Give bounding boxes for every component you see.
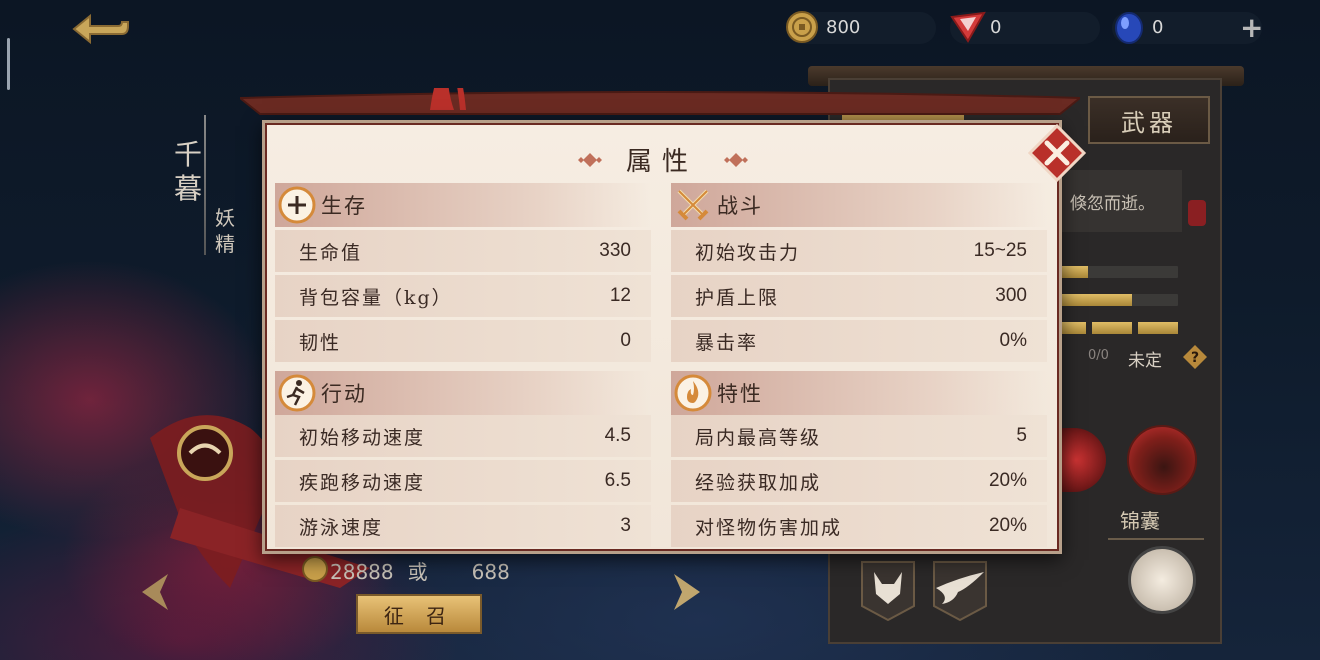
stat-bar xyxy=(1058,294,1178,306)
running-icon xyxy=(278,374,316,412)
stat-row: 初始攻击力 15~25 xyxy=(671,230,1047,272)
summon-button[interactable]: 征 召 xyxy=(356,594,482,634)
gold-coin-icon xyxy=(786,11,818,43)
section-survival-label: 生存 xyxy=(321,194,367,218)
fox-skill-icon[interactable] xyxy=(856,558,920,622)
progress-fraction: 0/0 xyxy=(1088,348,1109,363)
survival-plus-icon xyxy=(278,186,316,224)
flame-icon xyxy=(674,374,712,412)
stat-bar xyxy=(1058,266,1178,278)
summon-cost: 28888 或 688 xyxy=(300,556,510,585)
gold-amount: 800 xyxy=(826,17,861,38)
stat-value: 4.5 xyxy=(604,425,631,446)
close-icon[interactable] xyxy=(1028,124,1086,182)
stat-row: 经验获取加成 20% xyxy=(671,460,1047,502)
back-arrow-icon[interactable] xyxy=(70,12,132,46)
stat-key: 生命值 xyxy=(299,241,363,264)
section-traits: 特性 xyxy=(671,371,1047,415)
stat-key: 护盾上限 xyxy=(695,286,780,309)
stat-key: 暴击率 xyxy=(695,331,759,354)
stat-key: 经验获取加成 xyxy=(695,471,822,494)
stat-row: 护盾上限 300 xyxy=(671,275,1047,317)
svg-text:?: ? xyxy=(1191,350,1199,366)
stat-segment xyxy=(1092,322,1132,334)
question-icon[interactable]: ? xyxy=(1182,344,1208,370)
stat-value: 0% xyxy=(999,330,1027,351)
section-movement-label: 行动 xyxy=(321,382,367,406)
stat-key: 背包容量（kg） xyxy=(299,286,453,309)
cost-gold: 28888 xyxy=(330,560,394,584)
stat-key: 疾跑移动速度 xyxy=(299,471,426,494)
seal-icon xyxy=(1188,200,1206,226)
stat-value: 6.5 xyxy=(604,470,631,491)
stat-row: 韧性 0 xyxy=(275,320,651,362)
stat-row: 对怪物伤害加成 20% xyxy=(671,505,1047,547)
cost-gem: 688 xyxy=(471,560,510,584)
stat-value: 0 xyxy=(620,330,631,351)
arrow-left-icon[interactable] xyxy=(138,572,172,612)
attributes-modal: 属性 生存 生命值 330 背包容量（kg） 12 韧性 0 战斗 初始攻击力 15~2… xyxy=(262,120,1062,554)
tab-weapon[interactable]: 武器 xyxy=(1088,96,1210,144)
stat-row: 疾跑移动速度 6.5 xyxy=(275,460,651,502)
stat-value: 20% xyxy=(988,470,1027,491)
status-label: 未定 xyxy=(1128,351,1162,371)
section-combat: 战斗 xyxy=(671,183,1047,227)
stat-value: 5 xyxy=(1016,425,1027,446)
arrow-right-icon[interactable] xyxy=(670,572,704,612)
stat-value: 15~25 xyxy=(973,240,1027,261)
character-type: 妖精 xyxy=(215,206,235,256)
section-survival: 生存 xyxy=(275,183,651,227)
crossed-swords-icon xyxy=(677,189,709,221)
stat-key: 初始攻击力 xyxy=(695,241,801,264)
gold-counter: 800 xyxy=(786,11,936,44)
red-gem-icon xyxy=(950,11,986,43)
blue-gem-icon xyxy=(1115,12,1143,44)
stat-value: 330 xyxy=(599,240,631,261)
demon-portrait[interactable] xyxy=(1127,425,1197,495)
pouch-label: 锦囊 xyxy=(1120,509,1160,533)
modal-title: 属性 xyxy=(625,147,698,177)
character-name: 千暮 xyxy=(173,138,202,205)
section-movement: 行动 xyxy=(275,371,651,415)
gold-coin-icon xyxy=(302,556,328,582)
stat-row: 背包容量（kg） 12 xyxy=(275,275,651,317)
bird-skill-icon[interactable] xyxy=(928,558,992,622)
stat-value: 3 xyxy=(620,515,631,536)
stat-value: 20% xyxy=(988,515,1027,536)
title-ornament-right xyxy=(724,153,748,167)
stat-segment xyxy=(1058,322,1086,334)
stat-segment xyxy=(1138,322,1178,334)
section-traits-label: 特性 xyxy=(717,382,763,406)
stat-value: 12 xyxy=(609,285,631,306)
stat-row: 游泳速度 3 xyxy=(275,505,651,547)
red-gem-counter: 0 xyxy=(950,11,1100,44)
left-edge-tick xyxy=(7,38,10,90)
section-combat-label: 战斗 xyxy=(717,194,763,218)
plus-icon[interactable]: + xyxy=(1240,14,1263,42)
red-gem-amount: 0 xyxy=(990,17,1002,38)
pouch-icon[interactable] xyxy=(1128,546,1196,614)
stat-key: 对怪物伤害加成 xyxy=(695,516,843,539)
pouch-divider xyxy=(1108,538,1204,540)
stat-key: 游泳速度 xyxy=(299,516,384,539)
stat-row: 暴击率 0% xyxy=(671,320,1047,362)
stat-key: 初始移动速度 xyxy=(299,426,426,449)
stat-row: 局内最高等级 5 xyxy=(671,415,1047,457)
stat-row: 初始移动速度 4.5 xyxy=(275,415,651,457)
stat-value: 300 xyxy=(995,285,1027,306)
stat-key: 韧性 xyxy=(299,331,342,354)
blue-gem-amount: 0 xyxy=(1152,17,1164,38)
cost-or: 或 xyxy=(407,560,428,584)
stat-row: 生命值 330 xyxy=(275,230,651,272)
stat-key: 局内最高等级 xyxy=(695,426,822,449)
